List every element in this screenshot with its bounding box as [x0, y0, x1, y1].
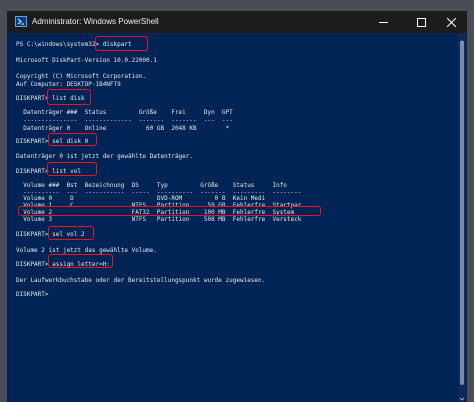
terminal-line: Datenträger ### Status Größe Frei Dyn GP… [16, 109, 233, 116]
powershell-window: Administrator: Windows PowerShell PS C:\… [7, 11, 467, 402]
maximize-button[interactable] [408, 11, 434, 33]
highlight-sel-vol-command [48, 226, 94, 240]
close-button[interactable] [438, 11, 464, 33]
scrollbar-thumb[interactable] [460, 42, 464, 385]
terminal-line: Volume 3 NTFS Partition 508 MB Fehlerfre… [16, 216, 302, 223]
window-title: Administrator: Windows PowerShell [32, 17, 159, 26]
highlight-assign-letter-command [48, 254, 113, 268]
maximize-icon [416, 17, 426, 27]
highlight-list-vol-command [47, 162, 97, 176]
powershell-icon [15, 16, 27, 27]
vertical-scrollbar[interactable] [458, 33, 466, 401]
minimize-icon [378, 21, 388, 23]
terminal-output[interactable]: PS C:\windows\system32> diskpart Microso… [16, 31, 446, 396]
terminal-line: Der Laufwerkbuchstabe oder der Bereitste… [16, 277, 266, 284]
terminal-line: Auf Computer: DESKTOP-1B4NFT9 [16, 81, 121, 88]
terminal-line: --------------- ------------- ------- --… [16, 117, 233, 124]
terminal-line: Microsoft DiskPart-Version 10.0.22000.1 [16, 57, 157, 64]
scroll-down-icon[interactable] [458, 390, 466, 401]
terminal-line: Datenträger 0 Online 60 GB 2048 KB * [16, 125, 230, 132]
terminal-line: Copyright (C) Microsoft Corporation. [16, 73, 147, 80]
minimize-button[interactable] [370, 11, 396, 33]
highlight-diskpart-command [95, 36, 148, 51]
highlight-sel-disk-command [48, 133, 97, 146]
title-bar[interactable]: Administrator: Windows PowerShell [7, 11, 467, 33]
highlight-list-disk-command [47, 89, 91, 105]
close-icon [446, 17, 456, 27]
terminal-line: DISKPART> [16, 291, 49, 298]
terminal-line: Datenträger 0 ist jetzt der gewählte Dat… [16, 153, 194, 160]
scroll-up-icon[interactable] [458, 33, 466, 44]
highlight-volume-2-row [18, 206, 321, 216]
